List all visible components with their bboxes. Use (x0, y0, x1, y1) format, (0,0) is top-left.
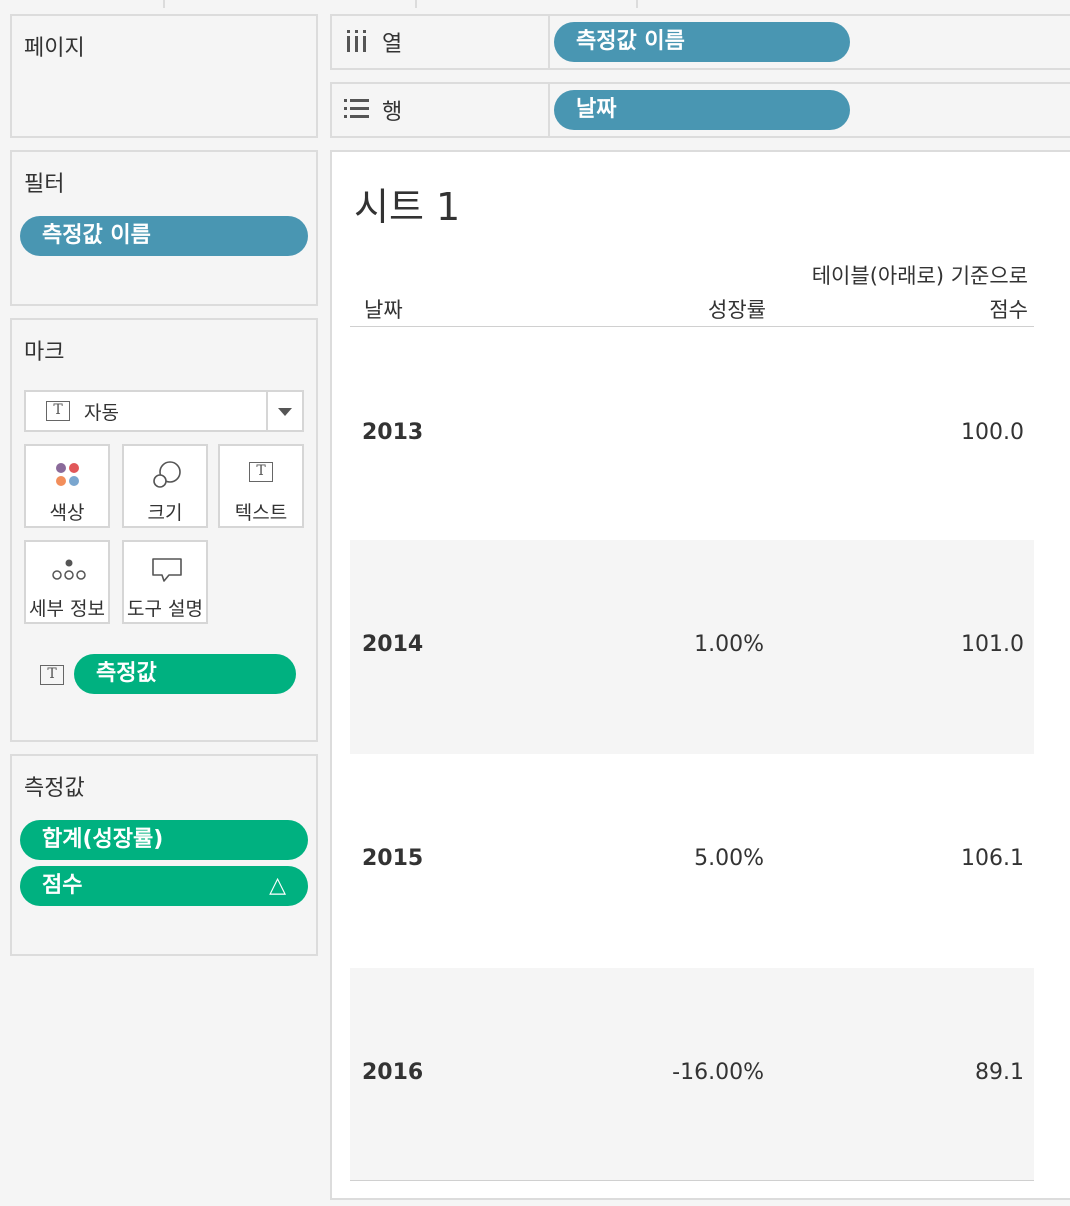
sheet-title: 시트 1 (354, 185, 461, 229)
row-year: 2016 (362, 1060, 424, 1085)
speech-bubble-icon (124, 556, 206, 586)
size-button[interactable]: 크기 (122, 444, 208, 528)
detail-button[interactable]: 세부 정보 (24, 540, 110, 624)
columns-shelf-label: 열 (382, 32, 403, 57)
table-row[interactable]: 2016 -16.00% 89.1 (350, 968, 1034, 1180)
measure-pill-score[interactable]: 점수 △ (20, 866, 308, 906)
color-dots-icon (26, 460, 108, 490)
pages-card[interactable]: 페이지 (10, 14, 318, 138)
row-growth: 5.00% (694, 846, 764, 871)
sheet-view[interactable]: 시트 1 테이블(아래로) 기준으로 날짜 성장률 점수 2013 100.0 … (330, 150, 1070, 1200)
rows-pill-date[interactable]: 날짜 (554, 90, 850, 130)
header-divider (350, 326, 1034, 327)
header-score-line2: 점수 (989, 298, 1028, 322)
tooltip-button[interactable]: 도구 설명 (122, 540, 208, 624)
rows-shelf-label: 행 (382, 100, 403, 125)
columns-pill-measure-names[interactable]: 측정값 이름 (554, 22, 850, 62)
header-growth: 성장률 (708, 298, 766, 322)
header-score-line1: 테이블(아래로) 기준으로 (811, 264, 1028, 288)
pages-title: 페이지 (24, 36, 85, 61)
size-button-label: 크기 (147, 502, 183, 524)
mark-type-label: 자동 (84, 402, 119, 424)
table-row[interactable]: 2015 5.00% 106.1 (350, 754, 1034, 968)
measure-values-card: 측정값 합계(성장률) 점수 △ (10, 754, 318, 956)
text-pill-measure-values[interactable]: 측정값 (74, 654, 296, 694)
columns-shelf[interactable]: 열 측정값 이름 (330, 14, 1070, 70)
measure-pill-score-label: 점수 (42, 873, 83, 898)
text-encoding-icon: T (40, 665, 64, 685)
size-circles-icon (124, 460, 206, 490)
header-date: 날짜 (364, 298, 403, 322)
table-row[interactable]: 2014 1.00% 101.0 (350, 540, 1034, 754)
measure-pill-sum-growth[interactable]: 합계(성장률) (20, 820, 308, 860)
rows-icon (344, 98, 370, 124)
rows-shelf[interactable]: 행 날짜 (330, 82, 1070, 138)
text-button[interactable]: T 텍스트 (218, 444, 304, 528)
detail-dots-icon (26, 556, 108, 586)
marks-card: 마크 T 자동 색상 크기 T 텍스트 세부 정보 도구 설명 T 측정값 (10, 318, 318, 742)
text-mark-icon: T (46, 401, 70, 421)
row-score: 106.1 (961, 846, 1024, 871)
detail-button-label: 세부 정보 (29, 598, 105, 620)
filters-card[interactable]: 필터 측정값 이름 (10, 150, 318, 306)
chevron-down-icon[interactable] (278, 408, 292, 416)
row-score: 89.1 (975, 1060, 1024, 1085)
tooltip-button-label: 도구 설명 (127, 598, 203, 620)
row-year: 2013 (362, 420, 424, 445)
color-button-label: 색상 (49, 502, 85, 524)
row-year: 2014 (362, 632, 424, 657)
row-score: 100.0 (961, 420, 1024, 445)
top-edge (0, 0, 1070, 8)
delta-icon: △ (269, 873, 286, 898)
row-growth: 1.00% (694, 632, 764, 657)
text-button-label: 텍스트 (234, 502, 288, 524)
row-growth: -16.00% (672, 1060, 764, 1085)
color-button[interactable]: 색상 (24, 444, 110, 528)
row-score: 101.0 (961, 632, 1024, 657)
marks-title: 마크 (24, 340, 65, 365)
measure-values-title: 측정값 (24, 776, 85, 801)
mark-type-dropdown[interactable]: T 자동 (24, 390, 304, 432)
columns-icon (346, 30, 368, 58)
filter-pill-measure-names[interactable]: 측정값 이름 (20, 216, 308, 256)
filters-title: 필터 (24, 172, 65, 197)
table-row[interactable]: 2013 100.0 (350, 328, 1034, 540)
row-year: 2015 (362, 846, 424, 871)
text-box-icon: T (220, 460, 302, 490)
table-bottom-divider (350, 1180, 1034, 1181)
